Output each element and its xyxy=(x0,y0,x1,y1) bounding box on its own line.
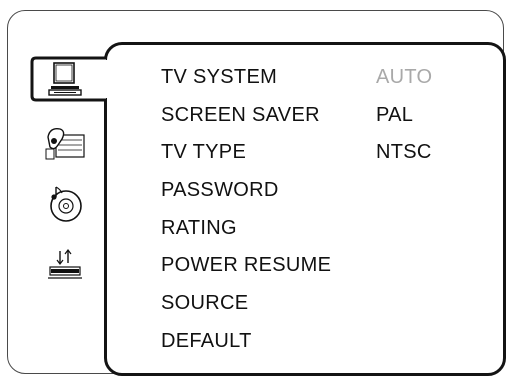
disc-music-icon[interactable] xyxy=(40,181,90,225)
settings-menu-list: TV SYSTEM SCREEN SAVER TV TYPE PASSWORD … xyxy=(145,59,375,361)
option-ntsc[interactable]: NTSC xyxy=(376,134,486,172)
transfer-icon[interactable] xyxy=(40,241,90,285)
option-pal[interactable]: PAL xyxy=(376,97,486,135)
menu-item-rating[interactable]: RATING xyxy=(145,210,375,248)
menu-item-tv-system[interactable]: TV SYSTEM xyxy=(145,59,375,97)
menu-item-source[interactable]: SOURCE xyxy=(145,285,375,323)
speaker-doc-icon[interactable] xyxy=(40,121,90,165)
menu-item-power-resume[interactable]: POWER RESUME xyxy=(145,247,375,285)
menu-item-password[interactable]: PASSWORD xyxy=(145,172,375,210)
option-auto[interactable]: AUTO xyxy=(376,59,486,97)
tv-monitor-icon[interactable] xyxy=(40,57,90,101)
tv-system-options: AUTO PAL NTSC xyxy=(376,59,486,172)
menu-item-screen-saver[interactable]: SCREEN SAVER xyxy=(145,97,375,135)
menu-item-tv-type[interactable]: TV TYPE xyxy=(145,134,375,172)
menu-item-default[interactable]: DEFAULT xyxy=(145,323,375,361)
